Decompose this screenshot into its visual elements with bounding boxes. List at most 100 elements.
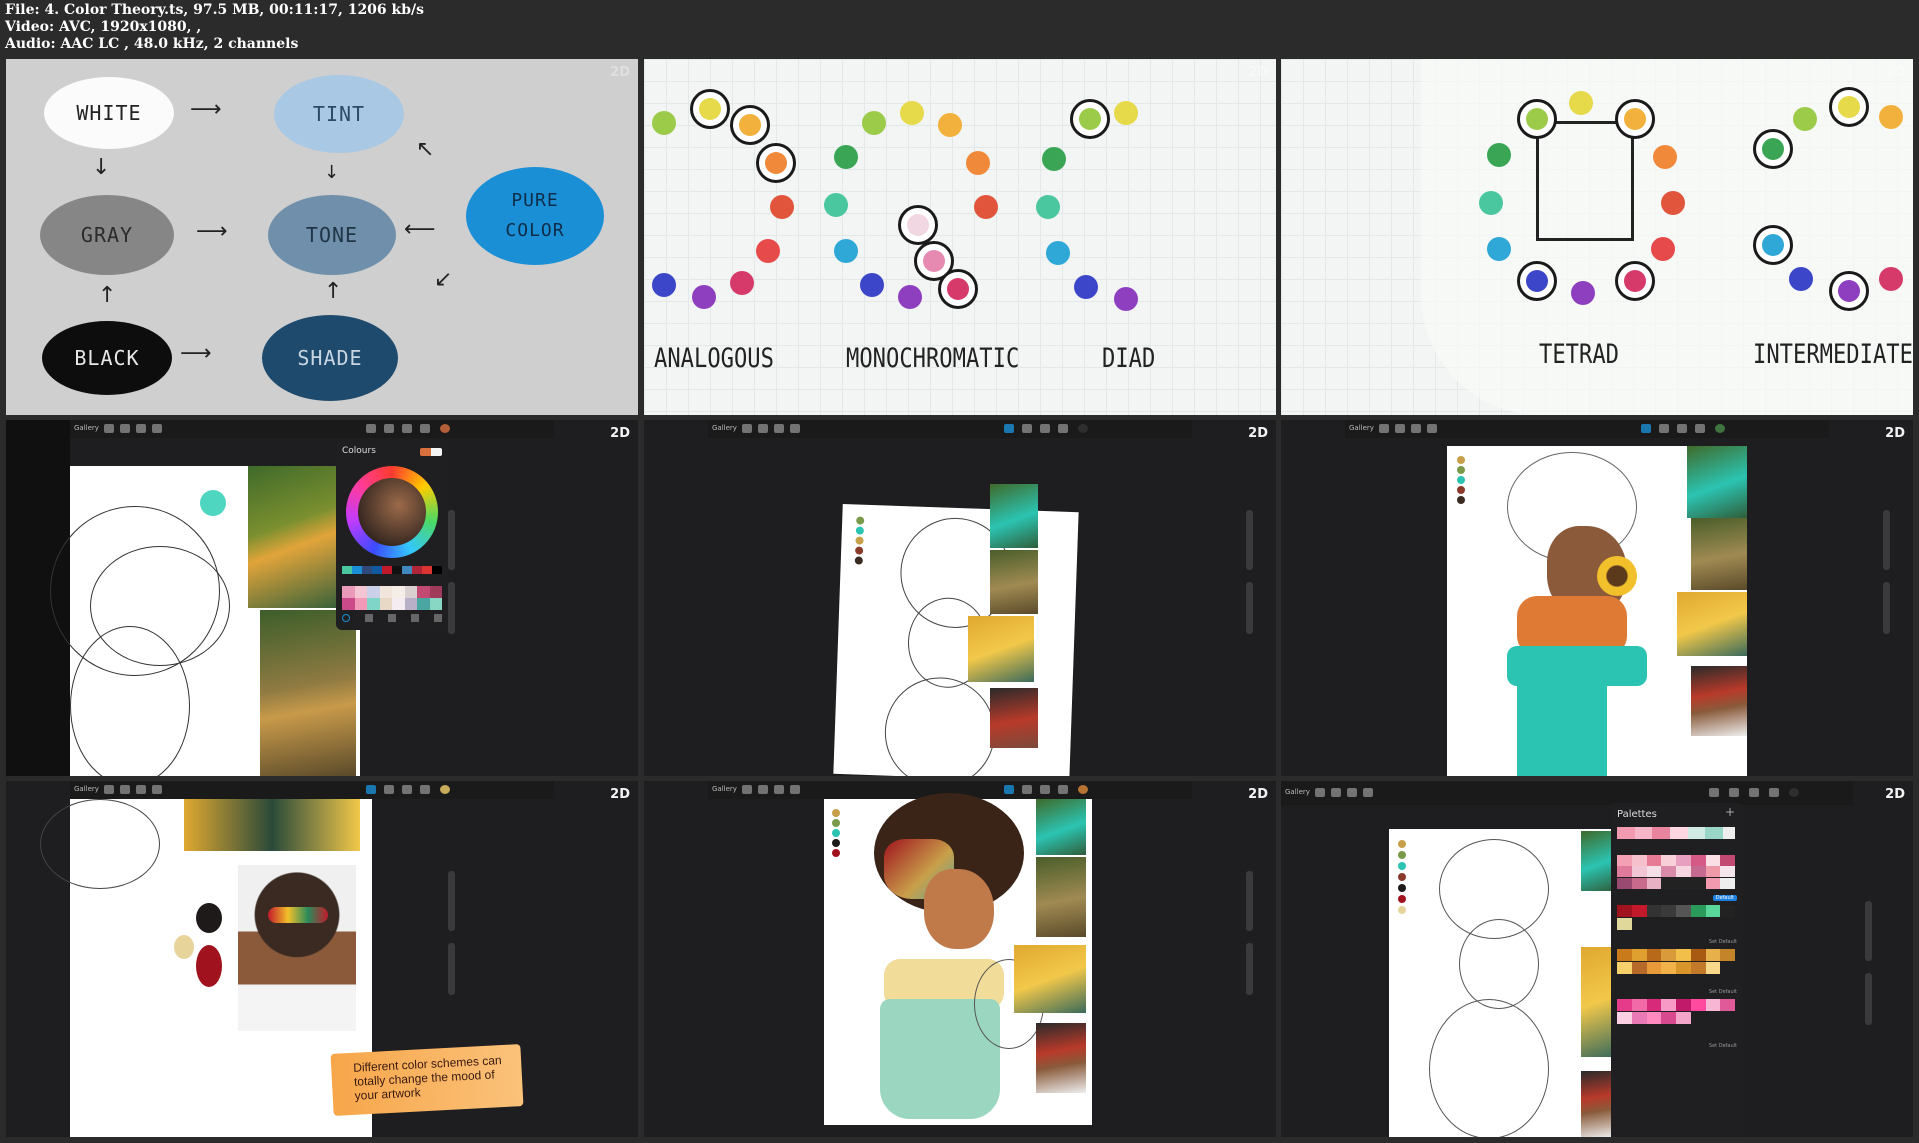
layers-icon[interactable] [420,424,430,433]
opacity-slider[interactable] [448,582,455,634]
current-color-swatch[interactable] [420,448,442,456]
magic-wand-icon[interactable] [758,424,768,433]
magic-wand-icon[interactable] [120,424,130,433]
layers-icon[interactable] [1769,788,1779,797]
color-picker-icon[interactable] [440,424,450,433]
transform-icon[interactable] [152,785,162,794]
smudge-icon[interactable] [1659,424,1669,433]
palette-row[interactable] [1617,855,1735,889]
eraser-icon[interactable] [1677,424,1687,433]
thumbnail-flat-color[interactable]: Gallery 2D [1281,420,1913,776]
colours-panel[interactable]: Colours [336,442,448,630]
add-palette-icon[interactable]: + [1725,805,1735,819]
eraser-icon[interactable] [1749,788,1759,797]
selection-icon[interactable] [136,785,146,794]
palette-row[interactable] [1617,949,1735,975]
drawing-canvas[interactable] [833,503,1079,776]
opacity-slider[interactable] [1865,973,1872,1025]
eraser-icon[interactable] [402,424,412,433]
color-picker-icon[interactable] [440,785,450,794]
thumbnail-sketch-canvas[interactable]: Gallery 2D [644,420,1276,776]
magic-wand-icon[interactable] [120,785,130,794]
thumbnail-afro-figure[interactable]: Gallery 2D [644,781,1276,1137]
magic-wand-icon[interactable] [1395,424,1405,433]
transform-icon[interactable] [152,424,162,433]
colours-tab-bar[interactable] [342,614,442,624]
color-wheel[interactable] [346,466,438,558]
gallery-button[interactable]: Gallery [1285,788,1310,796]
palettes-panel[interactable]: Palettes + Default Set Default Set Defau… [1611,803,1743,1137]
layers-icon[interactable] [1695,424,1705,433]
gallery-button[interactable]: Gallery [712,424,737,432]
smudge-icon[interactable] [384,785,394,794]
palette-row[interactable] [1617,827,1735,839]
eraser-icon[interactable] [1040,424,1050,433]
selection-icon[interactable] [774,785,784,794]
thumbnail-color-flow[interactable]: 2D WHITE TINT GRAY TONE PURE COLOR BLACK… [6,59,638,415]
set-default-label[interactable]: Set Default [1709,989,1737,995]
brush-size-slider[interactable] [1246,510,1253,570]
magic-wand-icon[interactable] [758,785,768,794]
eraser-icon[interactable] [1040,785,1050,794]
layers-icon[interactable] [1058,424,1068,433]
gallery-button[interactable]: Gallery [712,785,737,793]
palette-row[interactable] [1617,999,1735,1025]
brush-size-slider[interactable] [1883,510,1890,570]
gallery-button[interactable]: Gallery [74,785,99,793]
selection-icon[interactable] [136,424,146,433]
color-picker-icon[interactable] [1078,785,1088,794]
color-picker-icon[interactable] [1715,424,1725,433]
selection-icon[interactable] [774,424,784,433]
gallery-button[interactable]: Gallery [74,424,99,432]
color-picker-icon[interactable] [1789,788,1799,797]
brush-icon[interactable] [1004,424,1014,433]
palette-row[interactable] [1617,905,1735,931]
brush-size-slider[interactable] [448,510,455,570]
brush-icon[interactable] [1641,424,1651,433]
selection-icon[interactable] [1411,424,1421,433]
wrench-icon[interactable] [1379,424,1389,433]
transform-icon[interactable] [790,424,800,433]
opacity-slider[interactable] [1246,582,1253,634]
brush-size-slider[interactable] [1865,901,1872,961]
transform-icon[interactable] [790,785,800,794]
magic-wand-icon[interactable] [1331,788,1341,797]
gallery-button[interactable]: Gallery [1349,424,1374,432]
layers-icon[interactable] [420,785,430,794]
brush-size-slider[interactable] [1246,871,1253,931]
brush-icon[interactable] [1004,785,1014,794]
brush-icon[interactable] [1709,788,1719,797]
set-default-label[interactable]: Set Default [1709,939,1737,945]
wrench-icon[interactable] [742,424,752,433]
eraser-icon[interactable] [402,785,412,794]
default-badge[interactable]: Default [1712,895,1737,901]
thumbnail-palettes-panel[interactable]: Gallery 2D Palettes + Default Set Defaul… [1281,781,1913,1137]
color-picker-icon[interactable] [1078,424,1088,433]
selected-color-ring [1829,87,1869,127]
transform-icon[interactable] [1363,788,1373,797]
selection-icon[interactable] [1347,788,1357,797]
brush-icon[interactable] [366,424,376,433]
brush-icon[interactable] [366,785,376,794]
thumbnail-harmonies-1[interactable]: 2D ANALOGOUS MONOCHROMATIC DIAD [644,59,1276,415]
brush-size-slider[interactable] [448,871,455,931]
wrench-icon[interactable] [104,424,114,433]
transform-icon[interactable] [1427,424,1437,433]
opacity-slider[interactable] [1246,943,1253,995]
layers-icon[interactable] [1058,785,1068,794]
set-default-label[interactable]: Set Default [1709,1043,1737,1049]
smudge-icon[interactable] [1729,788,1739,797]
palette-swatches[interactable] [342,586,442,610]
thumbnail-harmonies-2[interactable]: 2D TETRAD INTERMEDIATE [1281,59,1913,415]
smudge-icon[interactable] [384,424,394,433]
wrench-icon[interactable] [104,785,114,794]
wrench-icon[interactable] [1315,788,1325,797]
wrench-icon[interactable] [742,785,752,794]
opacity-slider[interactable] [448,943,455,995]
thumbnail-color-scheme-caption[interactable]: Gallery 2D Different color schemes can t… [6,781,638,1137]
smudge-icon[interactable] [1022,424,1032,433]
smudge-icon[interactable] [1022,785,1032,794]
history-swatches[interactable] [342,566,442,574]
thumbnail-colours-panel[interactable]: Gallery 2D Colours [6,420,638,776]
opacity-slider[interactable] [1883,582,1890,634]
